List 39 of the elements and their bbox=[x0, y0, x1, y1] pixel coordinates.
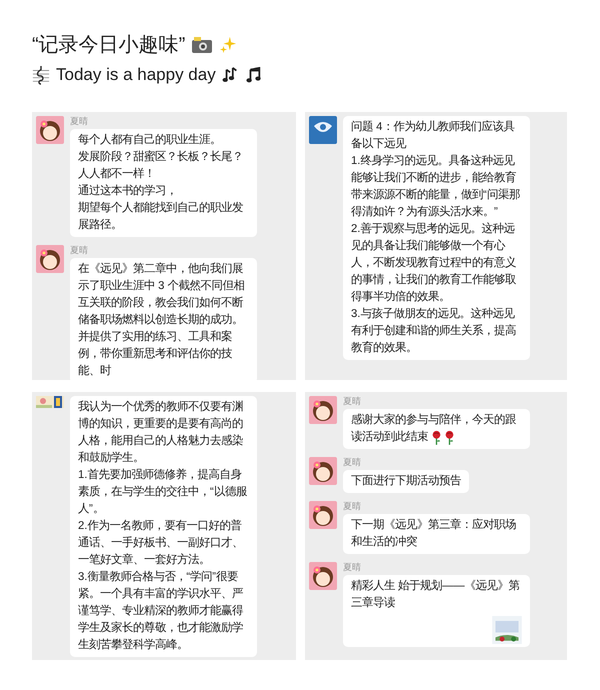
page-title: “记录今日小趣味” bbox=[32, 33, 186, 58]
avatar-icon bbox=[36, 116, 64, 144]
message-text: 发展阶段？甜蜜区？长板？长尾？ bbox=[78, 149, 244, 165]
message-text: 人人都不一样！ bbox=[78, 166, 156, 182]
music-note-icon bbox=[246, 67, 262, 83]
sparkles-icon bbox=[219, 36, 238, 54]
avatar-icon bbox=[36, 245, 64, 273]
message-text: 3.与孩子做朋友的远见。这种远见有利于创建和谐的师生关系，提高教育的效果。 bbox=[351, 306, 517, 356]
message-text: 期望每个人都能找到自己的职业发展路径。 bbox=[78, 200, 244, 233]
message-text: 感谢大家的参与与陪伴，今天的跟读活动到此结束 bbox=[351, 412, 517, 446]
camera-icon bbox=[191, 36, 214, 54]
avatar-icon bbox=[309, 116, 337, 144]
message-text: 下一期《远见》第三章：应对职场和生活的冲突 bbox=[351, 517, 517, 550]
rose-icon bbox=[444, 430, 455, 445]
avatar-icon bbox=[309, 457, 337, 485]
sender-name: 夏晴 bbox=[343, 501, 361, 512]
message-text: 3.衡量教师合格与否，“学问”很要紧。一个具有丰富的学识水平、严谨笃学、专业精深的教师才能赢得学生及家长的尊敬，也才能激励学生刻苦攀登科学高峰。 bbox=[78, 570, 244, 653]
sender-name: 夏晴 bbox=[343, 457, 361, 468]
message-text: 精彩人生 始于规划——《远见》第三章导读 bbox=[351, 578, 521, 611]
message-text: 2.作为一名教师，要有一口好的普通话、一手好板书、一副好口才、一笔好文章、一套好方法。 bbox=[78, 518, 244, 568]
message-text: 我认为一个优秀的教师不仅要有渊博的知识，更重要的是要有高尚的人格，能用自己的人格魅力去感染和鼓励学生。 bbox=[78, 400, 244, 466]
avatar-icon bbox=[309, 501, 337, 529]
message-text: 1.终身学习的远见。具备这种远见能够让我们不断的进步，能给教育带来源源不断的能量，做到“问渠那得清如许？为有源头活水来。” bbox=[351, 153, 521, 220]
sender-name: 夏晴 bbox=[343, 562, 361, 573]
message-text: 通过这本书的学习， bbox=[78, 183, 178, 199]
sender-name: 夏晴 bbox=[343, 396, 361, 407]
message-text: 下面进行下期活动预告 bbox=[351, 474, 461, 489]
subtitle: Today is a happy day bbox=[56, 64, 216, 86]
avatar-icon bbox=[309, 562, 337, 590]
message-text: 每个人都有自己的职业生涯。 bbox=[78, 132, 222, 148]
sender-name: 夏晴 bbox=[70, 116, 88, 127]
message-text: 问题 4：作为幼儿教师我们应该具备以下远见 bbox=[351, 119, 516, 152]
rose-icon bbox=[431, 430, 442, 445]
sender-name: 夏晴 bbox=[70, 245, 88, 256]
message-text: 1.首先要加强师德修养，提高自身素质，在与学生的交往中，“以德服人”。 bbox=[78, 467, 248, 517]
message-text: 2.善于观察与思考的远见。这种远见的具备让我们能够做一个有心人，不断发现教育过程中的有意义的事情，让我们的教育工作能够取得事半功倍的效果。 bbox=[351, 221, 517, 305]
music-staff-icon bbox=[32, 65, 50, 85]
message-text: 在《远见》第二章中，他向我们展示了职业生涯中 3 个截然不同但相互关联的阶段，教会我们如何不断储备职场燃料以创造长期的成功。并提供了实用的练习、工具和案例，带你重新思考和评估你的技能、时 bbox=[78, 261, 246, 379]
avatar-icon bbox=[309, 396, 337, 424]
